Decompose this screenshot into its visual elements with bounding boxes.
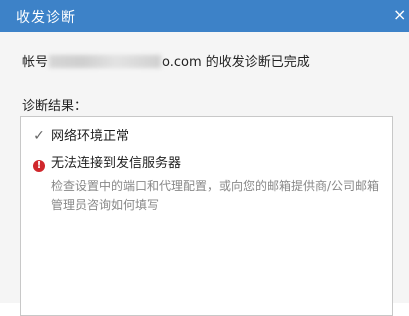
result-text: 无法连接到发信服务器 [51,156,182,171]
title-bar[interactable]: 收发诊断 × [0,0,409,32]
results-panel: ✓ 网络环境正常 ! 无法连接到发信服务器 检查设置中的端口和代理配置，或向您的邮箱… [20,116,393,316]
redacted-account [49,55,162,68]
error-icon: ! [31,156,47,172]
account-prefix: 帐号 [22,55,49,70]
results-label: 诊断结果： [22,99,88,114]
result-text: 网络环境正常 [51,129,130,144]
result-item-network: ✓ 网络环境正常 [31,125,129,144]
check-icon: ✓ [33,128,45,144]
diagnosis-dialog: 收发诊断 × 帐号 o.com 的收发诊断已完成 诊断结果： ✓ 网络环境正常 ! 无… [0,0,409,316]
account-status-line: 帐号 o.com 的收发诊断已完成 [22,51,310,70]
account-status-text: o.com 的收发诊断已完成 [162,55,310,70]
result-item-smtp: ! 无法连接到发信服务器 [31,152,181,172]
result-hint: 检查设置中的端口和代理配置，或向您的邮箱提供商/公司邮箱管理员咨询如何填写 [51,179,380,212]
dialog-title: 收发诊断 [16,10,76,26]
close-icon[interactable]: × [393,6,409,24]
